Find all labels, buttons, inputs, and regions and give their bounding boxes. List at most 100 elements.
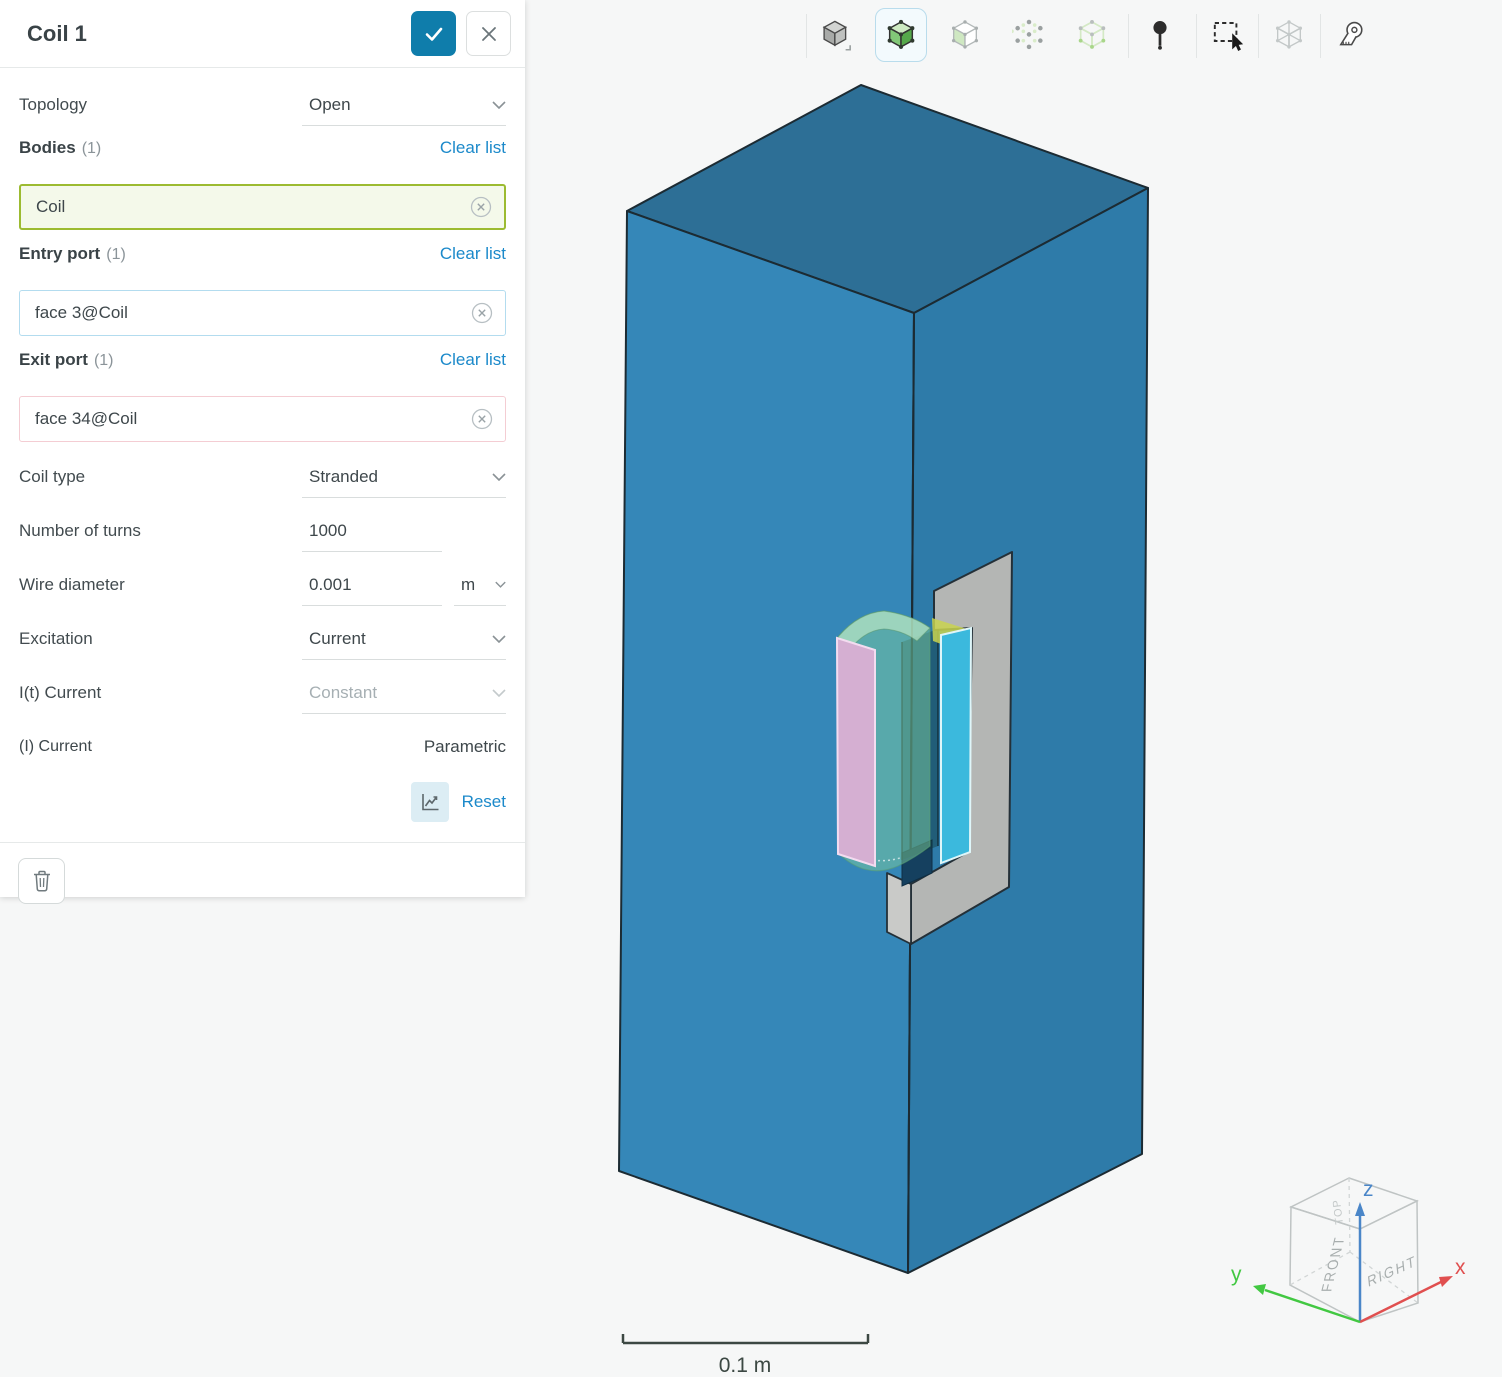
chevron-down-icon (492, 689, 506, 697)
entry-port-clear-list-link[interactable]: Clear list (440, 244, 506, 264)
panel-header: Coil 1 (0, 0, 525, 68)
remove-item-icon[interactable] (469, 406, 495, 432)
select-face-icon (884, 18, 918, 52)
it-current-row: I(t) Current Constant (19, 666, 506, 720)
z-axis-arrow (1355, 1202, 1365, 1216)
chevron-down-icon (492, 473, 506, 481)
i-current-value: Parametric (424, 737, 506, 757)
parametric-chart-button[interactable] (411, 782, 449, 822)
application-window: { "panel": { "title": "Coil 1", "topolog… (0, 0, 1502, 1377)
exit-port-item-label: face 34@Coil (35, 409, 469, 429)
reset-link[interactable]: Reset (462, 792, 506, 812)
x-axis-arrow (1439, 1276, 1453, 1287)
entry-port-face[interactable] (837, 638, 875, 866)
z-axis-label: z (1363, 1178, 1374, 1201)
bodies-item-label: Coil (36, 197, 468, 217)
topology-select[interactable]: Open (302, 84, 506, 126)
exit-port-label: Exit port (19, 350, 88, 370)
check-icon (422, 22, 446, 46)
remove-item-icon[interactable] (468, 194, 494, 220)
chevron-down-icon (492, 635, 506, 643)
i-current-label: (I) Current (19, 738, 92, 756)
x-axis-label: x (1455, 1256, 1466, 1279)
select-single-face-button[interactable] (939, 8, 991, 62)
i-current-row: (I) Current Parametric (19, 720, 506, 774)
mesh-select-button[interactable] (1263, 8, 1315, 62)
exit-port-section-header: Exit port (1) Clear list (19, 344, 506, 396)
chevron-down-icon (495, 581, 506, 588)
navcube-hidden-edges (1290, 1178, 1418, 1303)
close-icon (479, 24, 499, 44)
coil-type-value: Stranded (302, 467, 492, 487)
confirm-button[interactable] (411, 11, 456, 56)
coil-type-label: Coil type (19, 467, 302, 487)
navcube-top-label: TOP (1331, 1198, 1346, 1225)
coil-type-row: Coil type Stranded (19, 450, 506, 504)
it-current-value: Constant (302, 683, 492, 703)
navigation-cube[interactable]: FRONT RIGHT TOP z x y (1231, 1178, 1466, 1322)
probe-point-button[interactable] (1134, 8, 1186, 62)
excitation-select[interactable]: Current (302, 618, 506, 660)
entry-port-label: Entry port (19, 244, 100, 264)
select-volume-icon (819, 18, 853, 52)
y-axis-arrow (1253, 1284, 1266, 1295)
exit-port-face[interactable] (941, 628, 971, 863)
box-select-icon (1210, 17, 1246, 53)
exit-port-clear-list-link[interactable]: Clear list (440, 350, 506, 370)
y-axis (1265, 1290, 1360, 1322)
bodies-count: (1) (82, 140, 440, 158)
wire-diameter-input[interactable]: 0.001 (302, 564, 442, 606)
coil-type-select[interactable]: Stranded (302, 456, 506, 498)
topology-row: Topology Open (19, 78, 506, 132)
bodies-label: Bodies (19, 138, 76, 158)
panel-footer (0, 842, 525, 919)
toolbar-separator (1128, 14, 1129, 58)
exit-port-item-chip[interactable]: face 34@Coil (19, 396, 506, 442)
delete-coil-button[interactable] (18, 858, 65, 904)
wire-diameter-value: 0.001 (302, 575, 442, 595)
box-select-button[interactable] (1202, 8, 1254, 62)
select-single-face-icon (948, 18, 982, 52)
parametric-controls: Reset (19, 774, 506, 830)
toolbar-separator (1258, 14, 1259, 58)
navcube-right-label: RIGHT (1367, 1253, 1418, 1291)
entry-port-item-label: face 3@Coil (35, 303, 469, 323)
it-current-label: I(t) Current (19, 683, 302, 703)
axis-triad: z x y (1231, 1178, 1466, 1322)
navcube-front-label: FRONT (1319, 1236, 1349, 1292)
bodies-item-chip[interactable]: Coil (19, 184, 506, 230)
toolbar-separator (806, 14, 807, 58)
mesh-select-icon (1272, 18, 1306, 52)
excitation-row: Excitation Current (19, 612, 506, 666)
trash-icon (31, 869, 53, 893)
wire-diameter-label: Wire diameter (19, 575, 302, 595)
bodies-clear-list-link[interactable]: Clear list (440, 138, 506, 158)
measure-tool-button[interactable] (1325, 8, 1377, 62)
bodies-section-header: Bodies (1) Clear list (19, 132, 506, 184)
number-of-turns-row: Number of turns 1000 (19, 504, 506, 558)
wire-diameter-unit-select[interactable]: m (454, 564, 506, 606)
topology-label: Topology (19, 95, 302, 115)
topology-value: Open (302, 95, 492, 115)
coil-settings-panel: Coil 1 Topology Open Bodies (1) (0, 0, 525, 897)
probe-point-icon (1143, 18, 1177, 52)
y-axis-label: y (1231, 1263, 1242, 1286)
cancel-button[interactable] (466, 11, 511, 56)
entry-port-item-chip[interactable]: face 3@Coil (19, 290, 506, 336)
select-vertex-button[interactable] (1003, 8, 1055, 62)
excitation-label: Excitation (19, 629, 302, 649)
select-volume-button[interactable] (810, 8, 862, 62)
wire-diameter-unit: m (454, 575, 495, 595)
number-of-turns-value: 1000 (302, 521, 442, 541)
remove-item-icon[interactable] (469, 300, 495, 326)
number-of-turns-input[interactable]: 1000 (302, 510, 442, 552)
line-chart-icon (418, 790, 442, 814)
scale-bar: 0.1 m (623, 1334, 868, 1377)
toolbar-separator (1320, 14, 1321, 58)
select-face-button[interactable] (875, 8, 927, 62)
navcube-top-face[interactable] (1291, 1178, 1417, 1229)
select-edge-button[interactable] (1066, 8, 1118, 62)
select-edge-icon (1075, 18, 1109, 52)
number-of-turns-label: Number of turns (19, 521, 302, 541)
exit-port-count: (1) (94, 352, 440, 370)
